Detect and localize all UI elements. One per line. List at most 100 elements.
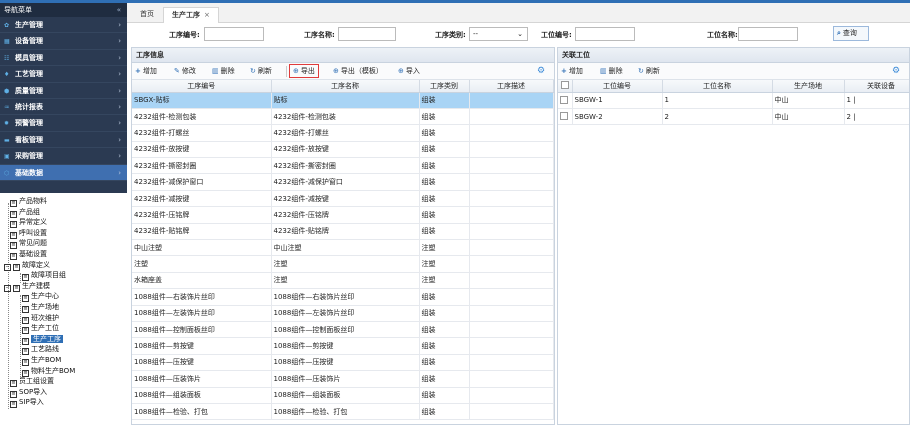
table-cell: 1 (553, 337, 554, 355)
table-row[interactable]: 4232组件-贴铭牌4232组件-贴铭牌组装1 (132, 223, 554, 241)
add-button[interactable]: + 增加 (135, 66, 157, 76)
column-header[interactable]: 关联设备 (844, 80, 909, 93)
tab-home[interactable]: 首页 (132, 7, 162, 23)
tab-current-label: 生产工序 (172, 11, 200, 19)
sidebar-menu-item[interactable]: ✿ 生产管理 › (0, 17, 127, 34)
table-row[interactable]: 4232组件-检测包装4232组件-检测包装组装1 (132, 108, 554, 126)
table-cell: 1088组件—压按键 (132, 354, 272, 372)
gear-icon[interactable]: ⚙ (892, 66, 900, 76)
sidebar: 导航菜单 « ✿ 生产管理 › ▦ 设备管理 › ☷ 模具管理 › ♦ 工艺管理 › ⬢ 质量管理 › ♒ 统计… (0, 3, 127, 425)
table-row[interactable]: 4232组件-压铭牌4232组件-压铭牌组装1 (132, 206, 554, 224)
sidebar-menu-item[interactable]: ⬡ 基础数据 › (0, 164, 127, 181)
tree-item[interactable]: ≡ 员工组设置 (0, 376, 127, 388)
table-row[interactable]: 1088组件—压按键1088组件—压按键组装1 (132, 354, 554, 372)
row-select-cell[interactable] (558, 108, 573, 126)
edit-button[interactable]: ✎ 修改 (174, 66, 196, 76)
column-header[interactable]: 工位名称 (662, 80, 773, 93)
sidebar-menu-item[interactable]: ♦ 工艺管理 › (0, 66, 127, 83)
tree-item[interactable]: ≡ 产品物料 (0, 196, 127, 207)
delete-button[interactable]: ▥ 删除 (212, 66, 235, 76)
tree-item[interactable]: ≡ 产品组 (0, 207, 127, 218)
chevron-down-icon: ⌄ (517, 30, 523, 38)
tree-item[interactable]: ≡ 异常定义 (0, 217, 127, 229)
query-button[interactable]: ⌕ 查询 (833, 26, 869, 41)
tree-item[interactable]: ≡ 生产工位 (0, 323, 127, 335)
table-row[interactable]: 1088组件—检验、打包1088组件—检验、打包组装1 (132, 403, 554, 421)
collapse-icon[interactable]: « (117, 3, 121, 17)
column-header[interactable]: 工序类别 (419, 80, 470, 93)
table-row[interactable]: 1088组件—控制面板丝印1088组件—控制面板丝印组装1 (132, 321, 554, 339)
tree-item[interactable]: ≡ 呼叫设置 (0, 228, 127, 239)
sidebar-menu-item[interactable]: ☷ 模具管理 › (0, 50, 127, 67)
table-row[interactable]: 注塑注塑注塑1 (132, 255, 554, 273)
table-row[interactable]: 4232组件-打螺丝4232组件-打螺丝组装1 (132, 124, 554, 142)
column-header[interactable]: 工序名称 (271, 80, 420, 93)
station-refresh-button[interactable]: ↻ 刷新 (638, 66, 660, 76)
table-row[interactable]: 中山注塑中山注塑注塑1 (132, 239, 554, 257)
table-row[interactable]: 4232组件-减按键4232组件-减按键组装1 (132, 190, 554, 208)
table-row[interactable]: SBGX-贴标贴标组装 1 (132, 92, 554, 109)
table-cell: 4232组件-放按键 (132, 141, 272, 159)
column-header[interactable]: 工序编号 (132, 80, 272, 93)
column-header[interactable]: 工序描述 (469, 80, 554, 93)
station-name-input[interactable] (738, 27, 798, 41)
tree-item[interactable]: ≡ SOP导入 (0, 387, 127, 398)
column-header[interactable]: 生产场地 (772, 80, 845, 93)
select-all-header[interactable] (558, 80, 573, 93)
sidebar-menu-item[interactable]: ▬ 看板管理 › (0, 132, 127, 149)
close-icon[interactable]: × (204, 11, 210, 19)
tree-item[interactable]: ≡ 工艺路线 (0, 344, 127, 356)
tree-item[interactable]: ≡ 生产场地 (0, 302, 127, 313)
table-cell: 1 (553, 190, 554, 208)
import-button[interactable]: ⊕ 导入 (398, 66, 420, 76)
sidebar-menu-item[interactable]: ▣ 采购管理 › (0, 148, 127, 165)
row-checkbox[interactable] (560, 95, 568, 104)
table-row[interactable]: 4232组件-减保护窗口4232组件-减保护窗口组装1 (132, 173, 554, 191)
menu-label: 生产管理 (15, 21, 43, 29)
process-name-input[interactable] (338, 27, 396, 41)
station-table: 工位编号 工位名称 生产场地 关联设备 SBGW-1 1 中山 1 | SBGW-2 2 中山 2 … (558, 80, 909, 126)
tab-production-process[interactable]: 生产工序 × (163, 7, 219, 23)
table-row[interactable]: 1088组件—压装饰片1088组件—压装饰片组装1 (132, 370, 554, 388)
tree-item[interactable]: ≡ 物料生产BOM (0, 366, 127, 377)
tree-item[interactable]: ≡ SIP导入 (0, 397, 127, 409)
sidebar-menu-item[interactable]: ♒ 统计报表 › (0, 99, 127, 116)
gear-icon[interactable]: ⚙ (537, 66, 545, 76)
tree-item[interactable]: ≡ 生产工序 (0, 334, 127, 345)
refresh-button[interactable]: ↻ 刷新 (250, 66, 272, 76)
tree-item[interactable]: ≡ 生产BOM (0, 355, 127, 366)
tree-item[interactable]: − ≡ 故障定义 (0, 260, 127, 271)
table-cell: 4232组件-减按键 (271, 190, 420, 208)
station-code-input[interactable] (575, 27, 635, 41)
process-code-input[interactable] (204, 27, 264, 41)
export-button[interactable]: ⊕ 导出 (289, 64, 319, 78)
tree-item[interactable]: ≡ 常见问题 (0, 238, 127, 250)
select-all-checkbox[interactable] (560, 81, 569, 90)
sidebar-menu-item[interactable]: ⬢ 质量管理 › (0, 83, 127, 99)
tree-item[interactable]: ≡ 生产中心 (0, 291, 127, 303)
sidebar-menu-item[interactable]: ✹ 预警管理 › (0, 115, 127, 132)
table-row[interactable]: SBGW-2 2 中山 2 | (558, 108, 909, 126)
table-row[interactable]: 4232组件-撕密封圈4232组件-撕密封圈组装1 (132, 157, 554, 175)
tree-item[interactable]: ≡ 基础设置 (0, 249, 127, 260)
table-row[interactable]: 1088组件—组装面板1088组件—组装面板组装1 (132, 387, 554, 404)
tree-item[interactable]: ≡ 故障项目组 (0, 270, 127, 282)
process-type-select[interactable]: -- ⌄ (469, 27, 528, 41)
table-row[interactable]: 水箱座盖注塑注塑1 (132, 272, 554, 290)
export-template-button[interactable]: ⊕ 导出（模板） (333, 66, 383, 76)
menu-icon: ▣ (4, 153, 10, 161)
tree-item[interactable]: − ≡ 生产建模 (0, 281, 127, 292)
table-row[interactable]: 1088组件—右装饰片丝印1088组件—右装饰片丝印组装1 (132, 288, 554, 306)
table-row[interactable]: 4232组件-放按键4232组件-放按键组装1 (132, 141, 554, 159)
station-add-button[interactable]: + 增加 (561, 66, 583, 76)
tree-item[interactable]: ≡ 班次维护 (0, 313, 127, 324)
sidebar-menu-item[interactable]: ▦ 设备管理 › (0, 33, 127, 50)
row-select-cell[interactable] (558, 92, 573, 109)
toolbar-divider (286, 66, 287, 77)
table-row[interactable]: 1088组件—左装饰片丝印1088组件—左装饰片丝印组装1 (132, 305, 554, 322)
column-header[interactable]: 工位编号 (572, 80, 663, 93)
table-row[interactable]: 1088组件—剪按键1088组件—剪按键组装1 (132, 337, 554, 355)
row-checkbox[interactable] (560, 112, 568, 121)
station-delete-button[interactable]: ▥ 删除 (600, 66, 623, 76)
table-row[interactable]: SBGW-1 1 中山 1 | (558, 92, 909, 109)
